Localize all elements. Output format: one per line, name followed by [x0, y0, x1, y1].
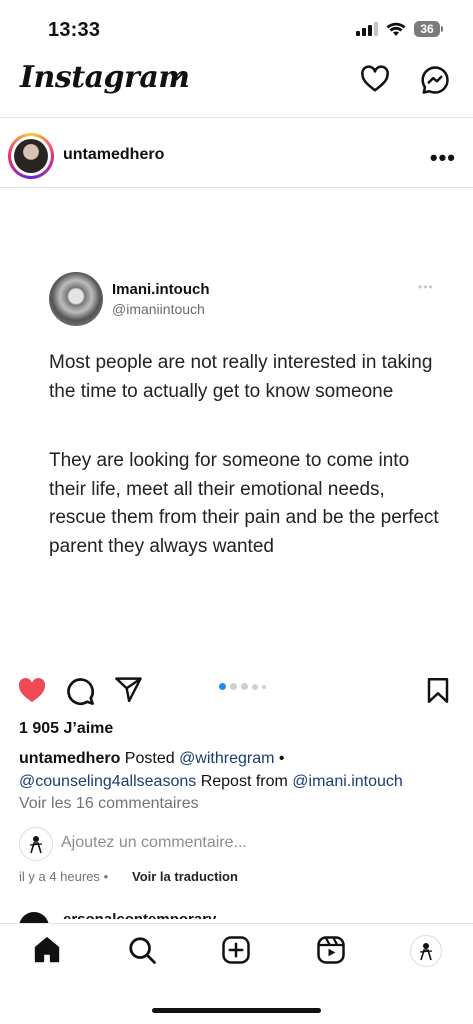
- profile-avatar-icon: [29, 836, 43, 854]
- avatar[interactable]: [14, 139, 48, 173]
- home-indicator: [152, 1008, 321, 1013]
- chevron-down-icon[interactable]: [170, 72, 184, 82]
- view-comments-link[interactable]: Voir les 16 commentaires: [19, 795, 199, 813]
- battery-level: 36: [414, 21, 440, 37]
- like-heart-icon[interactable]: [17, 677, 47, 704]
- instagram-logo[interactable]: Instagram: [20, 60, 190, 95]
- add-comment-input[interactable]: Ajoutez un commentaire...: [61, 834, 247, 852]
- caption-text: Posted: [124, 750, 175, 767]
- tweet-author-handle: @imaniintouch: [112, 301, 205, 317]
- status-indicators: 36: [356, 21, 443, 37]
- caption-text: Repost from: [200, 773, 288, 790]
- post-time: il y a 4 heures: [19, 869, 100, 884]
- caption-separator: •: [278, 750, 285, 767]
- post-media[interactable]: [0, 188, 473, 655]
- search-icon[interactable]: [127, 935, 157, 965]
- caption-mention[interactable]: @counseling4allseasons: [19, 773, 196, 790]
- bookmark-icon[interactable]: [426, 677, 450, 704]
- caption: untamedhero Posted @withregram • @counse…: [19, 747, 459, 793]
- tweet-paragraph: Most people are not really interested in…: [49, 352, 433, 402]
- see-translation-link[interactable]: Voir la traduction: [132, 869, 238, 884]
- next-post-username[interactable]: ersonalcontemporary: [63, 911, 216, 919]
- profile-icon: [419, 943, 433, 961]
- caption-mention[interactable]: @withregram: [179, 750, 274, 767]
- header-divider: [0, 117, 473, 118]
- heart-icon[interactable]: [360, 65, 390, 93]
- home-icon[interactable]: [32, 935, 62, 965]
- tweet-avatar: [49, 272, 103, 326]
- caption-username[interactable]: untamedhero: [19, 750, 120, 767]
- caption-mention[interactable]: @imani.intouch: [292, 773, 403, 790]
- messenger-icon[interactable]: [420, 65, 450, 95]
- create-icon[interactable]: [221, 935, 251, 965]
- timestamp-separator: •: [103, 869, 109, 884]
- comment-icon[interactable]: [66, 677, 95, 706]
- post-username[interactable]: untamedhero: [63, 146, 164, 164]
- signal-icon: [356, 22, 378, 36]
- carousel-dot: [230, 683, 237, 690]
- battery-icon: 36: [414, 21, 443, 37]
- status-time: 13:33: [48, 19, 101, 41]
- more-options-icon[interactable]: •••: [430, 145, 456, 171]
- profile-tab[interactable]: [410, 935, 442, 967]
- tweet-author-name: Imani.intouch: [112, 281, 210, 298]
- tweet-more-icon: •••: [418, 280, 434, 294]
- carousel-dot: [241, 683, 248, 690]
- reels-icon[interactable]: [316, 935, 346, 965]
- wifi-icon: [386, 22, 406, 36]
- carousel-dot: [252, 683, 258, 690]
- likes-count[interactable]: 1 905 J’aime: [19, 720, 113, 738]
- my-avatar[interactable]: [19, 827, 53, 861]
- tweet-paragraph: They are looking for someone to come int…: [49, 450, 439, 557]
- post-timestamp: il y a 4 heures •: [19, 869, 108, 884]
- carousel-indicator: [219, 683, 266, 690]
- carousel-dot: [262, 684, 266, 689]
- carousel-dot: [219, 683, 226, 690]
- share-icon[interactable]: [114, 676, 143, 703]
